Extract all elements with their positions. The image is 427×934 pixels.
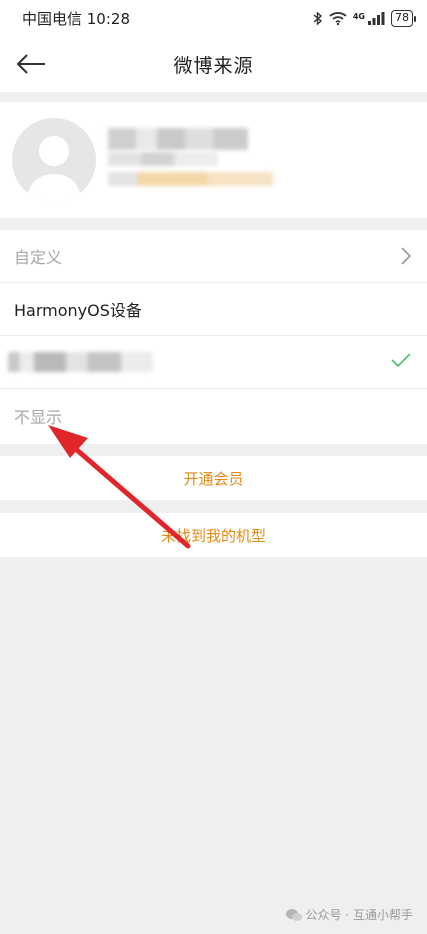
battery-icon: 78	[391, 9, 416, 27]
source-options: 自定义 HarmonyOS设备 不显示	[0, 230, 427, 444]
blurred-device-name	[8, 352, 153, 372]
carrier-time: 中国电信 10:28	[22, 9, 130, 28]
arrow-left-icon	[16, 54, 45, 74]
open-vip-label: 开通会员	[183, 469, 244, 488]
wifi-icon	[329, 12, 347, 25]
status-icons: 4G 78	[313, 9, 416, 27]
wechat-icon	[285, 908, 302, 921]
watermark-text: 公众号 · 互通小帮手	[305, 908, 413, 922]
option-hidden-label: 不显示	[14, 407, 63, 427]
missing-model-button[interactable]: 未找到我的机型	[0, 513, 427, 557]
profile-card	[0, 102, 427, 218]
page-title: 微博来源	[173, 54, 254, 77]
signal-icon	[368, 12, 385, 25]
checkmark-icon	[391, 353, 411, 368]
watermark: 公众号 · 互通小帮手	[285, 906, 413, 923]
default-user-icon	[12, 118, 96, 202]
option-device-selected[interactable]	[0, 336, 427, 389]
missing-model-label: 未找到我的机型	[160, 526, 266, 545]
option-harmonyos-label: HarmonyOS设备	[14, 301, 142, 320]
open-vip-button[interactable]: 开通会员	[0, 456, 427, 500]
avatar	[12, 118, 96, 202]
option-hidden[interactable]: 不显示	[0, 389, 427, 442]
nav-bar: 微博来源	[0, 36, 427, 92]
option-custom[interactable]: 自定义	[0, 230, 427, 283]
network-type: 4G	[352, 11, 365, 21]
option-harmonyos[interactable]: HarmonyOS设备	[0, 283, 427, 336]
blurred-username-line2	[108, 152, 218, 166]
blurred-username	[108, 128, 248, 150]
blurred-badge	[108, 172, 273, 186]
back-button[interactable]	[14, 48, 48, 80]
chevron-right-icon	[401, 247, 411, 265]
status-bar: 中国电信 10:28 4G 78	[0, 0, 427, 36]
option-custom-label: 自定义	[14, 248, 63, 267]
bluetooth-icon	[313, 10, 322, 26]
